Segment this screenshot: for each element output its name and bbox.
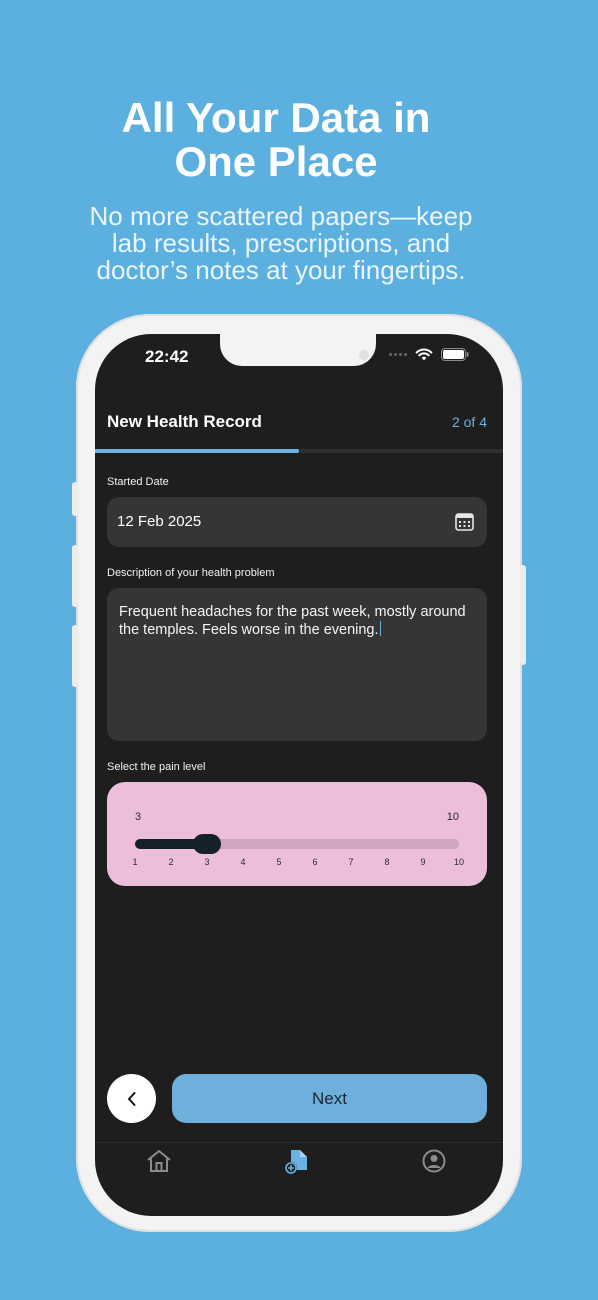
- pain-tick-label: 8: [384, 857, 390, 867]
- promo-subhead-line1: No more scattered papers—keep: [89, 201, 473, 231]
- tab-bar-divider: [95, 1142, 503, 1143]
- pain-current-value: 3: [135, 811, 142, 823]
- start-date-field[interactable]: 12 Feb 2025: [107, 497, 487, 547]
- description-value: Frequent headaches for the past week, mo…: [119, 604, 466, 638]
- progress-bar-fill: [95, 449, 299, 453]
- pain-tick-label: 7: [348, 857, 354, 867]
- page-title: New Health Record: [107, 412, 262, 431]
- progress-bar: [95, 449, 503, 453]
- pain-max-value: 10: [446, 811, 459, 823]
- pain-tick-label: 5: [276, 857, 282, 867]
- pain-tick-label: 4: [240, 857, 246, 867]
- pain-tick-label: 9: [420, 857, 426, 867]
- notch-camera: [359, 350, 369, 360]
- chevron-left-icon: [127, 1091, 135, 1106]
- promo-headline-line2: One Place: [174, 138, 378, 185]
- phone-power-button: [520, 565, 526, 665]
- pain-tick-label: 2: [168, 857, 174, 867]
- pain-slider-ticks: 1 2 3 4 5 6 7 8 9 10: [132, 857, 464, 869]
- notch: [220, 334, 376, 366]
- phone-volume-up: [72, 545, 78, 607]
- pain-slider-thumb[interactable]: [193, 834, 221, 854]
- back-button[interactable]: [107, 1074, 156, 1123]
- description-text: Frequent headaches for the past week, mo…: [119, 603, 469, 639]
- start-date-value: 12 Feb 2025: [117, 513, 202, 530]
- description-label: Description of your health problem: [107, 567, 275, 579]
- tab-home[interactable]: [146, 1149, 172, 1178]
- description-textarea[interactable]: Frequent headaches for the past week, mo…: [107, 588, 487, 741]
- wifi-icon: [415, 348, 433, 361]
- profile-icon: [422, 1149, 446, 1173]
- promo-subhead: No more scattered papers—keep lab result…: [0, 203, 562, 284]
- home-icon: [147, 1150, 171, 1172]
- status-icons: [389, 348, 469, 361]
- text-cursor: [379, 621, 381, 636]
- battery-icon: [441, 348, 469, 361]
- start-date-label: Started Date: [107, 476, 169, 488]
- app-header: New Health Record 2 of 4: [95, 408, 503, 438]
- promo-subhead-line3: doctor’s notes at your fingertips.: [96, 255, 466, 285]
- promo-headline-line1: All Your Data in: [121, 94, 431, 141]
- pain-level-card: 3 10 1 2 3 4 5 6 7 8 9 10: [107, 782, 487, 886]
- calendar-icon[interactable]: [455, 512, 474, 531]
- cellular-signal-icon: [389, 353, 407, 356]
- phone-mute-switch: [72, 482, 78, 516]
- phone-screen: 22:42 New Health Record 2 of 4 Started D…: [95, 334, 503, 1216]
- pain-tick-label: 6: [312, 857, 318, 867]
- status-time: 22:42: [145, 347, 189, 366]
- add-document-icon: [285, 1150, 307, 1174]
- pain-tick-label: 3: [204, 857, 210, 867]
- promo-subhead-line2: lab results, prescriptions, and: [111, 228, 451, 258]
- tab-new-record[interactable]: [284, 1149, 310, 1180]
- tab-profile[interactable]: [422, 1149, 446, 1178]
- pain-slider[interactable]: [135, 839, 459, 849]
- pain-tick-label: 1: [132, 857, 138, 867]
- step-indicator: 2 of 4: [451, 414, 487, 430]
- next-button[interactable]: Next: [172, 1074, 487, 1123]
- pain-level-label: Select the pain level: [107, 761, 206, 773]
- promo-headline: All Your Data in One Place: [0, 96, 552, 184]
- phone-volume-down: [72, 625, 78, 687]
- pain-tick-label: 10: [453, 857, 465, 867]
